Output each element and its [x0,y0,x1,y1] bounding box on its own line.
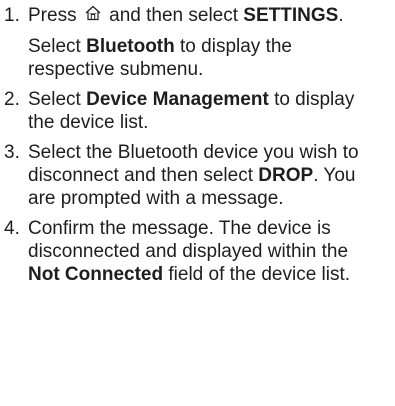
step-number: 2. [4,89,20,110]
step-text-post: . [338,5,344,26]
step-2: 2. Select Device Management to display t… [4,88,383,134]
step-subtext-pre: Select [28,36,81,57]
step-1: 1. Press and then select SETTINGS. Selec… [4,4,383,81]
step-number: 1. [4,5,20,26]
step-text: Select Device Management to display the … [28,88,383,134]
step-text: Select the Bluetooth device you wish to … [28,141,383,210]
instruction-steps: 1. Press and then select SETTINGS. Selec… [4,4,383,286]
step-text-pre: Confirm the message. The device is disco… [28,218,349,262]
step-text-pre: Press [28,5,77,26]
step-number: 3. [4,142,20,163]
menu-keyword: Bluetooth [86,36,175,57]
step-text-pre: Select [28,89,81,110]
instruction-page: 1. Press and then select SETTINGS. Selec… [0,0,395,406]
home-icon [85,5,101,21]
step-text-mid: and then select [109,5,239,26]
menu-keyword: Device Management [86,89,269,110]
menu-keyword: Not Connected [28,264,164,285]
step-3: 3. Select the Bluetooth device you wish … [4,141,383,210]
step-text: Confirm the message. The device is disco… [28,217,383,286]
step-4: 4. Confirm the message. The device is di… [4,217,383,286]
menu-keyword: SETTINGS [243,5,339,26]
menu-keyword: DROP [258,165,314,186]
step-number: 4. [4,218,20,239]
step-subtext: Select Bluetooth to display the respecti… [28,35,383,81]
step-text-post: field of the device list. [168,264,351,285]
step-text: Press and then select SETTINGS. [28,4,383,27]
